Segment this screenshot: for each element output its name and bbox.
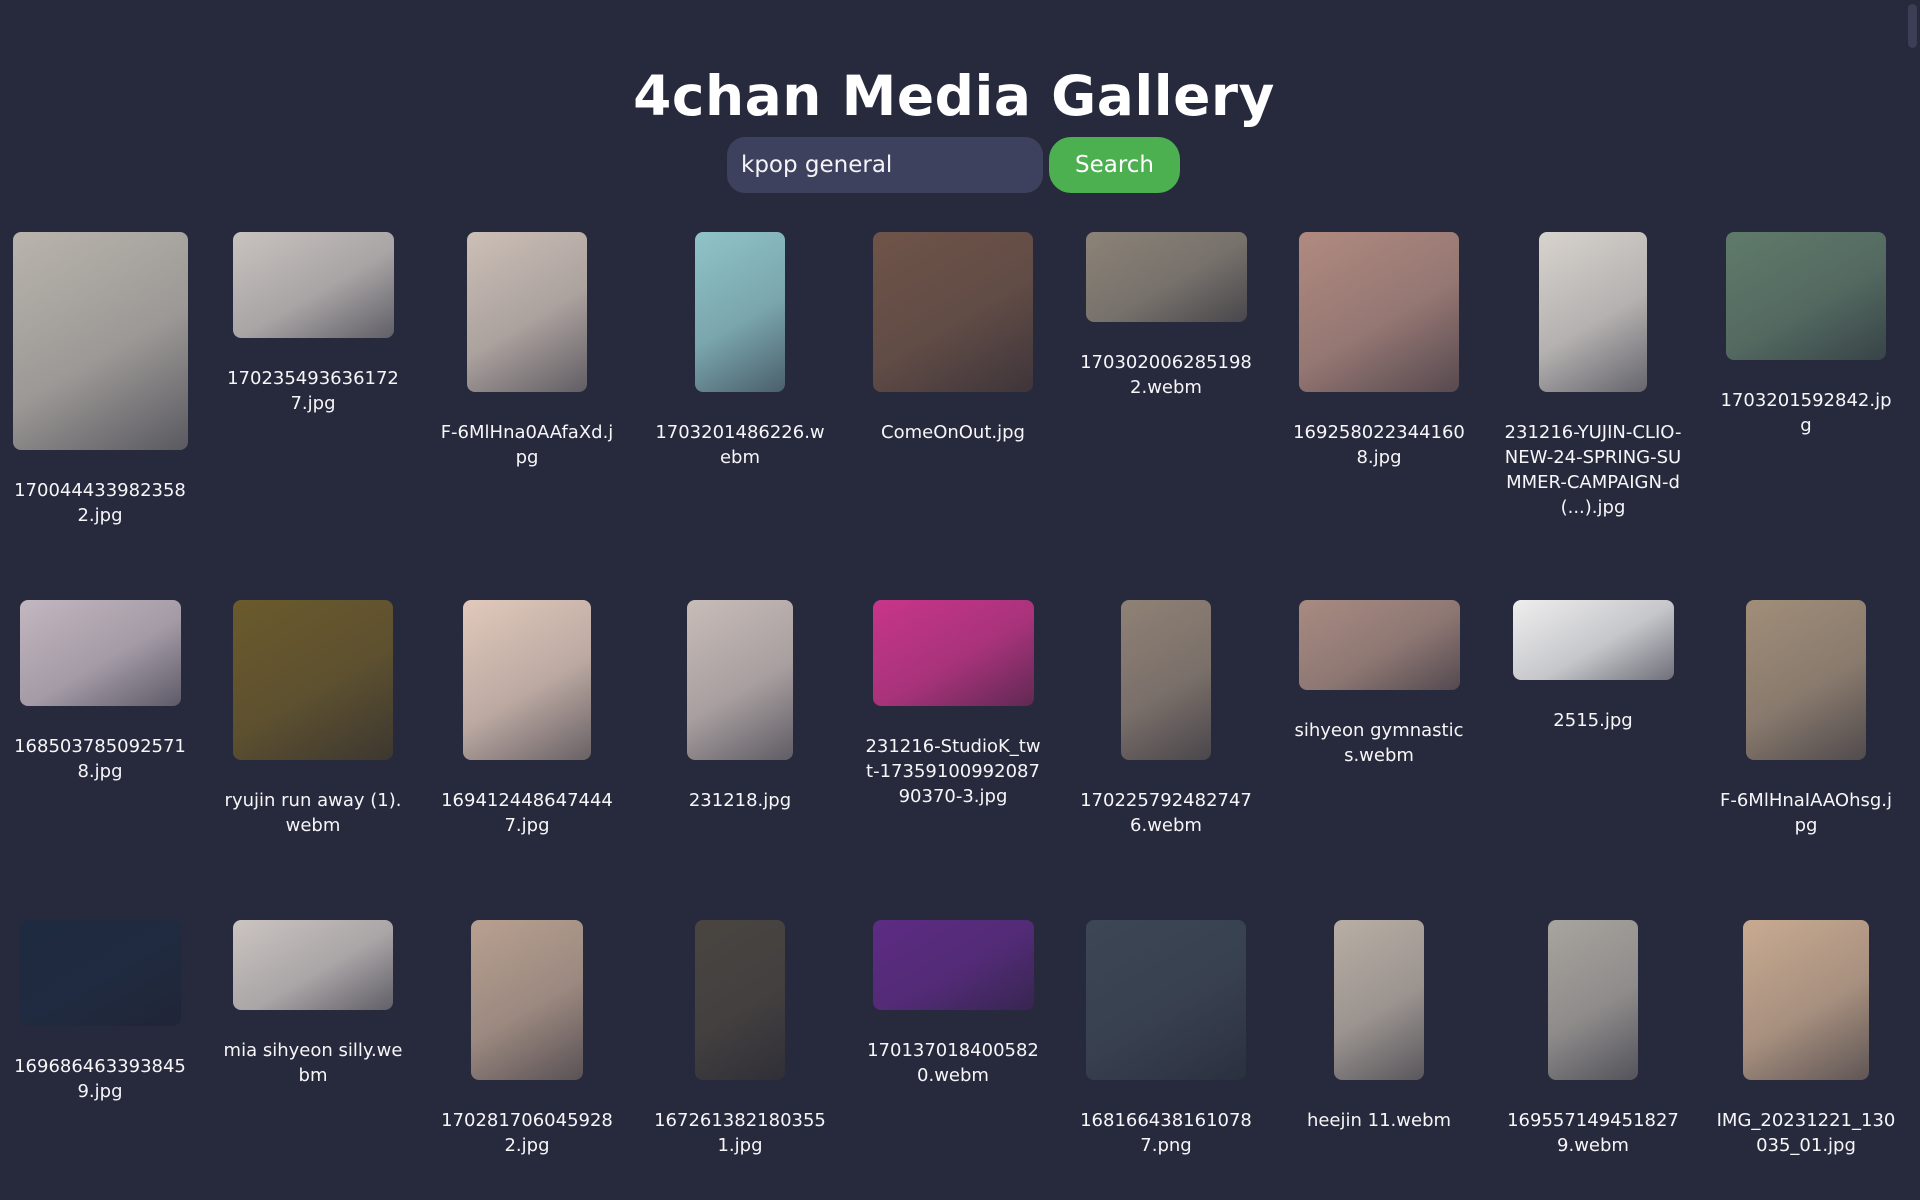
file-name: 1692580223441608.jpg (1293, 422, 1465, 468)
gallery-item[interactable]: 1695571494518279.webm (1487, 920, 1700, 1158)
file-name: 1672613821803551.jpg (654, 1110, 826, 1156)
file-name: 1695571494518279.webm (1507, 1110, 1679, 1156)
thumbnail-image[interactable] (1746, 600, 1866, 760)
file-name: 1702354936361727.jpg (227, 368, 399, 414)
gallery-item[interactable]: heejin 11.webm (1273, 920, 1486, 1133)
thumbnail-image[interactable] (1085, 232, 1247, 322)
thumbnail-image[interactable] (467, 232, 587, 392)
media-gallery: 1700444339823582.jpg 1702354936361727.jpg… (0, 0, 1920, 1200)
gallery-item[interactable]: 1696864633938459.jpg (0, 920, 207, 1104)
thumbnail-image[interactable] (463, 600, 591, 760)
file-name: ryujin run away (1).webm (224, 790, 402, 836)
file-name: ComeOnOut.jpg (881, 422, 1025, 443)
file-name: 1696864633938459.jpg (14, 1056, 186, 1102)
gallery-item[interactable]: 231216-StudioK_twt-1735910099208790370-3… (847, 600, 1060, 809)
file-name: mia sihyeon silly.webm (223, 1040, 403, 1086)
thumbnail-image[interactable] (695, 232, 785, 392)
gallery-item[interactable]: 1701370184005820.webm (847, 920, 1060, 1088)
thumbnail-image[interactable] (1121, 600, 1211, 760)
thumbnail-image[interactable] (1548, 920, 1638, 1080)
file-name: 1694124486474447.jpg (441, 790, 613, 836)
thumbnail-image[interactable] (1086, 920, 1246, 1080)
thumbnail-image[interactable] (19, 600, 181, 706)
thumbnail-image[interactable] (233, 600, 393, 760)
file-name: 1685037850925718.jpg (14, 736, 186, 782)
gallery-item[interactable]: ryujin run away (1).webm (207, 600, 420, 838)
file-name: 1701370184005820.webm (867, 1040, 1039, 1086)
gallery-item[interactable]: IMG_20231221_130035_01.jpg (1700, 920, 1913, 1158)
file-name: sihyeon gymnastics.webm (1294, 720, 1464, 766)
gallery-item[interactable]: 1703020062851982.webm (1060, 232, 1273, 400)
file-name: heejin 11.webm (1306, 1110, 1452, 1131)
gallery-item[interactable]: mia sihyeon silly.webm (207, 920, 420, 1088)
gallery-item[interactable]: 2515.jpg (1487, 600, 1700, 733)
gallery-item[interactable]: 1703201592842.jpg (1700, 232, 1913, 438)
file-name: 231216-StudioK_twt-1735910099208790370-3… (865, 736, 1041, 807)
file-name: 1702257924827476.webm (1080, 790, 1252, 836)
thumbnail-image[interactable] (687, 600, 793, 760)
gallery-item[interactable]: 1702354936361727.jpg (207, 232, 420, 416)
file-name: 1681664381610787.png (1080, 1110, 1252, 1156)
file-name: 231216-YUJIN-CLIO-NEW-24-SPRING-SUMMER-C… (1504, 422, 1682, 518)
file-name: 1703201486226.webm (655, 422, 825, 468)
file-name: 2515.jpg (1553, 710, 1633, 731)
file-name: 1700444339823582.jpg (14, 480, 186, 526)
gallery-item[interactable]: sihyeon gymnastics.webm (1273, 600, 1486, 768)
gallery-item[interactable]: F-6MlHna0AAfaXd.jpg (421, 232, 634, 470)
thumbnail-image[interactable] (872, 600, 1034, 706)
thumbnail-image[interactable] (12, 232, 188, 450)
gallery-item[interactable]: 1702817060459282.jpg (421, 920, 634, 1158)
gallery-item[interactable]: 1692580223441608.jpg (1273, 232, 1486, 470)
gallery-item[interactable]: 1672613821803551.jpg (634, 920, 847, 1158)
thumbnail-image[interactable] (872, 920, 1034, 1010)
thumbnail-image[interactable] (1743, 920, 1869, 1080)
file-name: F-6MlHnaIAAOhsg.jpg (1719, 790, 1893, 836)
file-name: 1703201592842.jpg (1720, 390, 1892, 436)
thumbnail-image[interactable] (1334, 920, 1424, 1080)
file-name: 231218.jpg (688, 790, 792, 811)
file-name: 1702817060459282.jpg (441, 1110, 613, 1156)
gallery-item[interactable]: 231218.jpg (634, 600, 847, 813)
gallery-item[interactable]: 1700444339823582.jpg (0, 232, 207, 528)
thumbnail-image[interactable] (1726, 232, 1886, 360)
page-scrollbar[interactable] (1906, 0, 1920, 1200)
thumbnail-image[interactable] (471, 920, 583, 1080)
thumbnail-image[interactable] (1539, 232, 1647, 392)
thumbnail-image[interactable] (233, 920, 393, 1010)
gallery-page: 4chan Media Gallery Search 1700444339823… (0, 0, 1920, 1200)
thumbnail-image[interactable] (1512, 600, 1674, 680)
thumbnail-image[interactable] (19, 920, 181, 1026)
scrollbar-thumb[interactable] (1908, 4, 1917, 48)
thumbnail-image[interactable] (695, 920, 785, 1080)
gallery-item[interactable]: 1694124486474447.jpg (421, 600, 634, 838)
thumbnail-image[interactable] (873, 232, 1033, 392)
gallery-item[interactable]: F-6MlHnaIAAOhsg.jpg (1700, 600, 1913, 838)
gallery-item[interactable]: 1702257924827476.webm (1060, 600, 1273, 838)
file-name: IMG_20231221_130035_01.jpg (1716, 1110, 1896, 1156)
thumbnail-image[interactable] (232, 232, 394, 338)
gallery-item[interactable]: 231216-YUJIN-CLIO-NEW-24-SPRING-SUMMER-C… (1487, 232, 1700, 520)
gallery-item[interactable]: 1685037850925718.jpg (0, 600, 207, 784)
file-name: F-6MlHna0AAfaXd.jpg (440, 422, 614, 468)
thumbnail-image[interactable] (1299, 232, 1459, 392)
gallery-item[interactable]: ComeOnOut.jpg (847, 232, 1060, 445)
gallery-item[interactable]: 1703201486226.webm (634, 232, 847, 470)
gallery-item[interactable]: 1681664381610787.png (1060, 920, 1273, 1158)
file-name: 1703020062851982.webm (1080, 352, 1252, 398)
thumbnail-image[interactable] (1298, 600, 1460, 690)
